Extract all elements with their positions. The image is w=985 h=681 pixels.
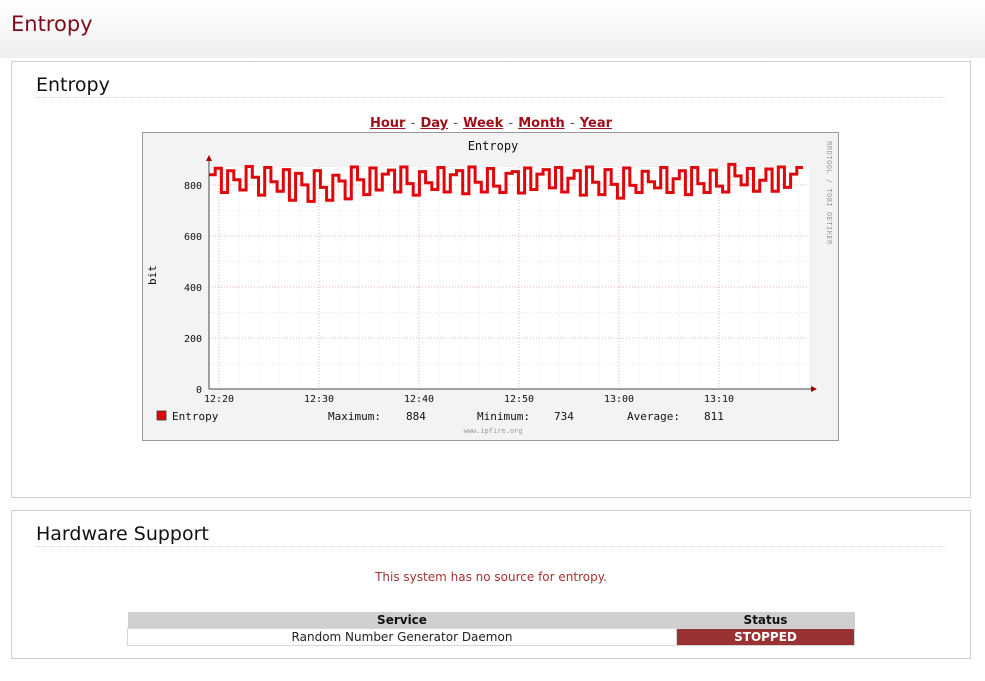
y-axis-label: bit <box>146 265 159 285</box>
legend-avg-value: 811 <box>704 410 724 423</box>
x-tick-label: 12:40 <box>404 394 434 405</box>
legend-max-label: Maximum: <box>328 410 381 423</box>
y-tick-label: 800 <box>184 181 202 192</box>
watermark-rrdtool: RRDTOOL / TOBI OETIKER <box>825 141 833 245</box>
link-week[interactable]: Week <box>463 116 503 131</box>
watermark-site: www.ipfire.org <box>463 427 522 435</box>
hardware-panel: Hardware Support This system has no sour… <box>11 510 971 659</box>
x-tick-label: 12:20 <box>204 394 234 405</box>
x-tick-label: 12:30 <box>304 394 334 405</box>
entropy-panel: Entropy Hour - Day - Week - Month - Year… <box>11 61 971 498</box>
legend-min-label: Minimum: <box>477 410 530 423</box>
y-tick-label: 0 <box>196 385 202 396</box>
entropy-panel-heading: Entropy <box>36 74 946 98</box>
legend-avg-label: Average: <box>627 410 680 423</box>
link-year[interactable]: Year <box>580 116 612 131</box>
link-day[interactable]: Day <box>420 116 448 131</box>
entropy-chart: 0 200 400 600 800 12:20 12:30 12:40 12:50 13:00 13… <box>146 139 833 435</box>
table-row: Random Number Generator Daemon STOPPED <box>127 628 855 646</box>
no-entropy-source-message: This system has no source for entropy. <box>375 570 607 584</box>
hardware-panel-heading: Hardware Support <box>36 523 946 547</box>
x-tick-label: 13:00 <box>604 394 634 405</box>
chart-title: Entropy <box>468 139 519 153</box>
period-links: Hour - Day - Week - Month - Year <box>12 116 970 131</box>
link-hour[interactable]: Hour <box>370 116 405 131</box>
x-tick-label: 13:10 <box>704 394 734 405</box>
y-tick-label: 400 <box>184 283 202 294</box>
entropy-graph: 0 200 400 600 800 12:20 12:30 12:40 12:50 13:00 13… <box>142 132 839 441</box>
service-column-header: Service <box>127 612 677 629</box>
y-tick-label: 200 <box>184 334 202 345</box>
x-tick-label: 12:50 <box>504 394 534 405</box>
status-badge: STOPPED <box>676 628 855 646</box>
legend-min-value: 734 <box>554 410 574 423</box>
link-separator: - <box>508 116 514 131</box>
service-name: Random Number Generator Daemon <box>127 628 677 646</box>
table-header-row: Service Status <box>127 612 855 629</box>
top-bar: Entropy <box>0 0 985 58</box>
link-separator: - <box>410 116 416 131</box>
legend-swatch <box>156 410 167 421</box>
y-axis-arrow <box>206 155 212 161</box>
x-axis-arrow <box>811 386 817 392</box>
legend-series-name: Entropy <box>172 410 219 423</box>
link-separator: - <box>453 116 458 131</box>
y-tick-label: 600 <box>184 232 202 243</box>
page-title: Entropy <box>11 12 93 36</box>
link-separator: - <box>569 116 575 131</box>
link-month[interactable]: Month <box>518 116 565 131</box>
legend-max-value: 884 <box>406 410 426 423</box>
service-table: Service Status Random Number Generator D… <box>127 612 855 646</box>
status-column-header: Status <box>676 612 855 629</box>
